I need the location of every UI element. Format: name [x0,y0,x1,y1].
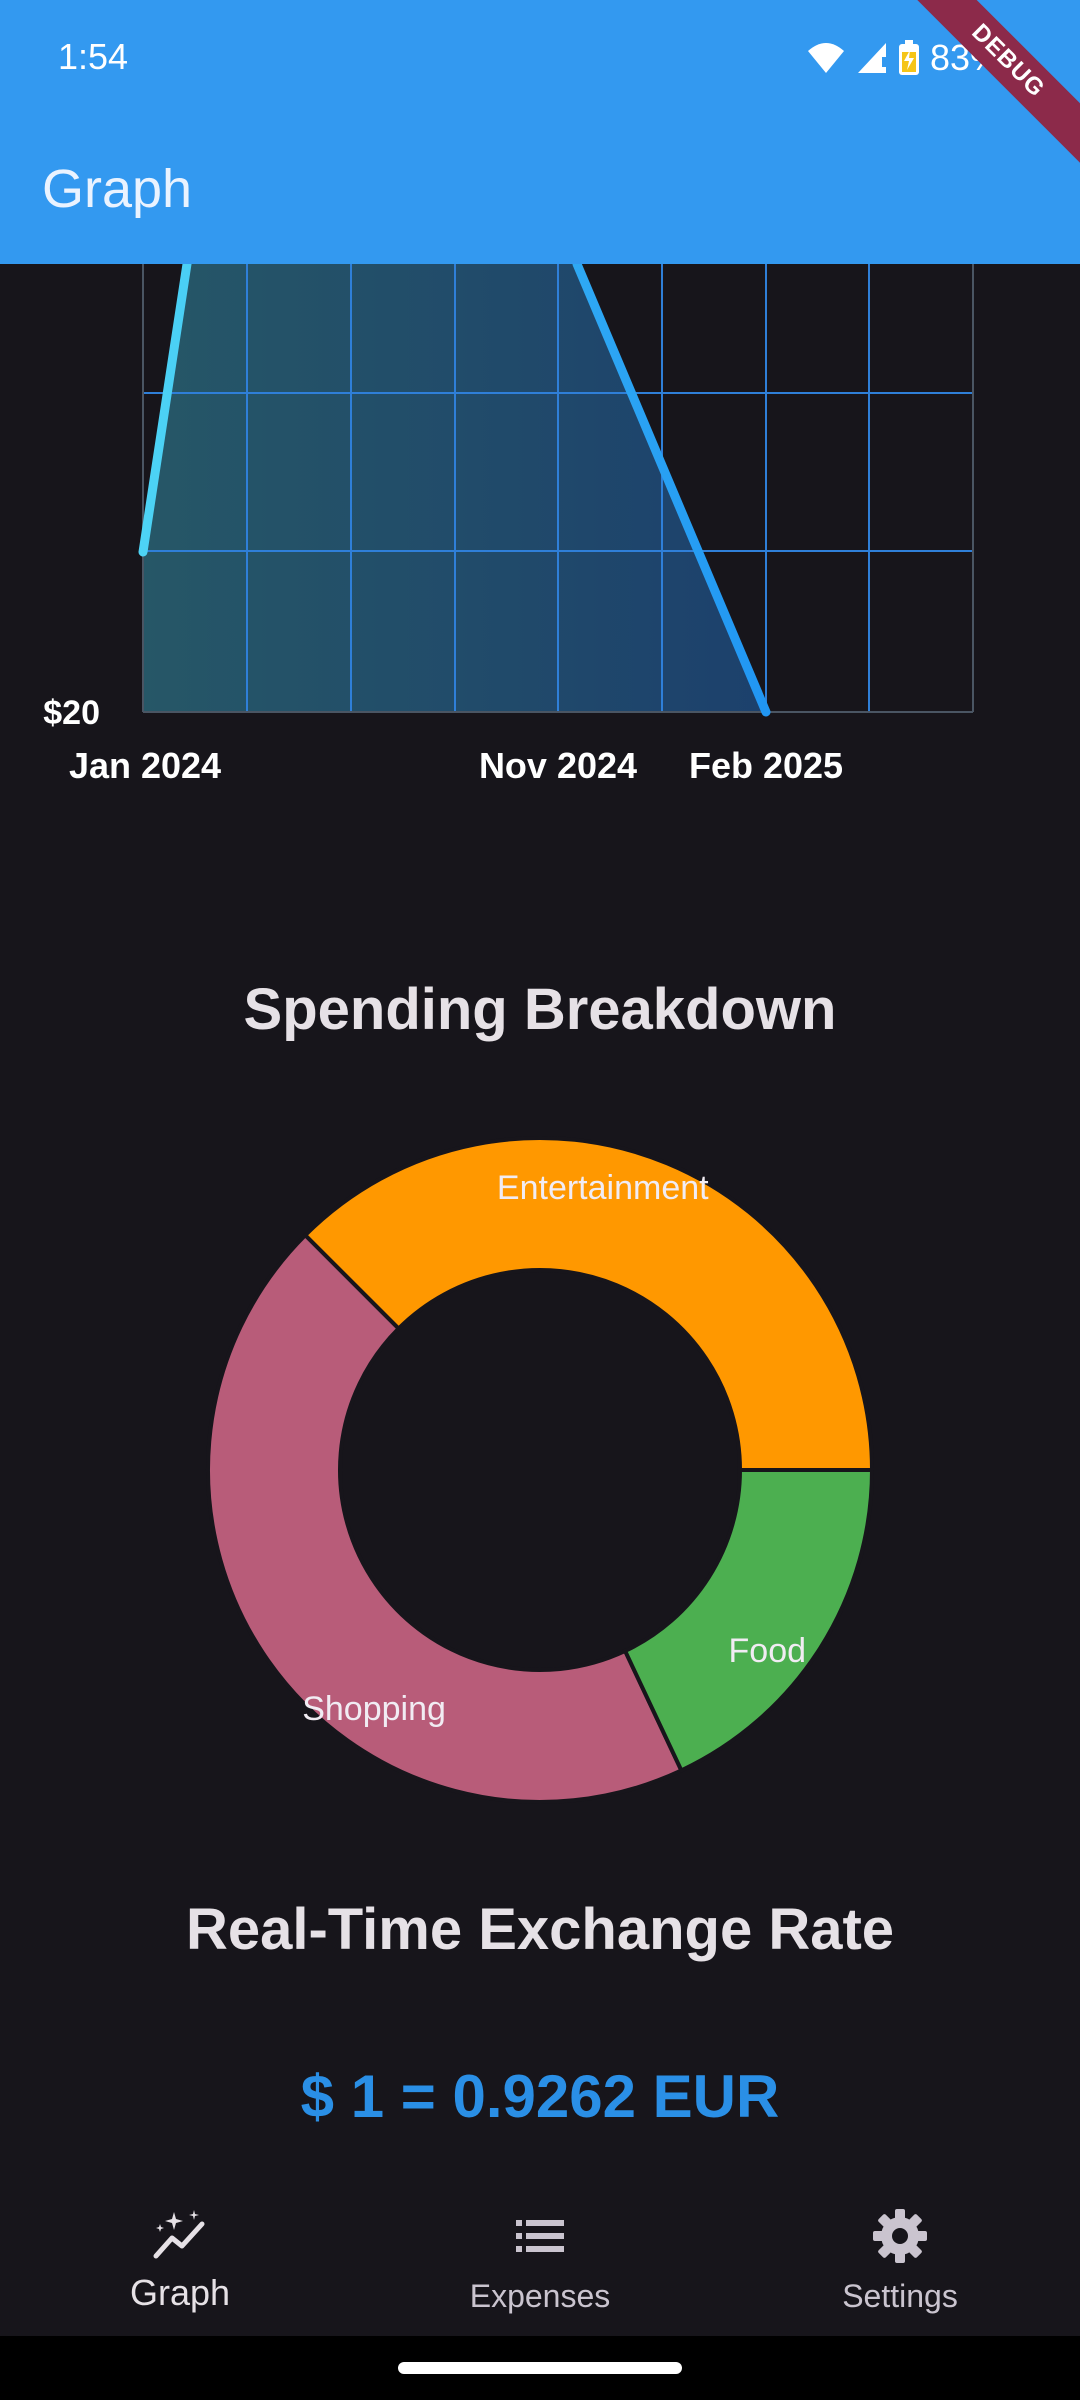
list-icon [516,2220,564,2252]
spending-breakdown-title: Spending Breakdown [243,977,837,1042]
spending-donut-chart: Entertainment Shopping Food [206,1136,875,1804]
nav-item-graph[interactable]: Graph [0,2190,360,2336]
gear-icon [873,2209,927,2263]
app-bar: Graph [0,118,1080,264]
nav-item-settings[interactable]: Settings [720,2190,1080,2336]
home-gesture-handle[interactable] [398,2362,682,2374]
page-title: Graph [42,159,193,219]
bottom-navigation: Graph Expenses Settings [0,2190,1080,2336]
donut-label-food: Food [729,1632,807,1670]
nav-label-graph: Graph [129,2272,231,2313]
line-chart: $20 Jan 2024 Nov 2024 Feb 2025 [43,264,974,786]
x-tick-nov-2024: Nov 2024 [479,745,637,786]
x-tick-jan-2024: Jan 2024 [69,745,221,786]
app-root: 1:54 83% Graph DEBUG $20 Jan 2024 Nov 20… [0,0,1080,2400]
donut-label-entertainment: Entertainment [497,1169,709,1207]
status-time: 1:54 [58,36,129,77]
wifi-icon [807,43,844,73]
y-axis-label: $20 [43,694,100,732]
insights-icon [153,2210,205,2259]
donut-label-shopping: Shopping [302,1690,446,1728]
signal-icon [857,43,886,73]
exchange-rate-title: Real-Time Exchange Rate [185,1897,895,1962]
x-tick-feb-2025: Feb 2025 [689,745,843,786]
nav-item-expenses[interactable]: Expenses [360,2190,720,2336]
nav-label-expenses: Expenses [469,2278,611,2314]
donut-slice-food[interactable] [622,1468,875,1774]
status-bar: 1:54 83% [0,0,1080,118]
exchange-rate-value: $ 1 = 0.9262 EUR [300,2063,780,2130]
battery-charging-icon [898,40,919,75]
nav-label-settings: Settings [842,2278,958,2314]
